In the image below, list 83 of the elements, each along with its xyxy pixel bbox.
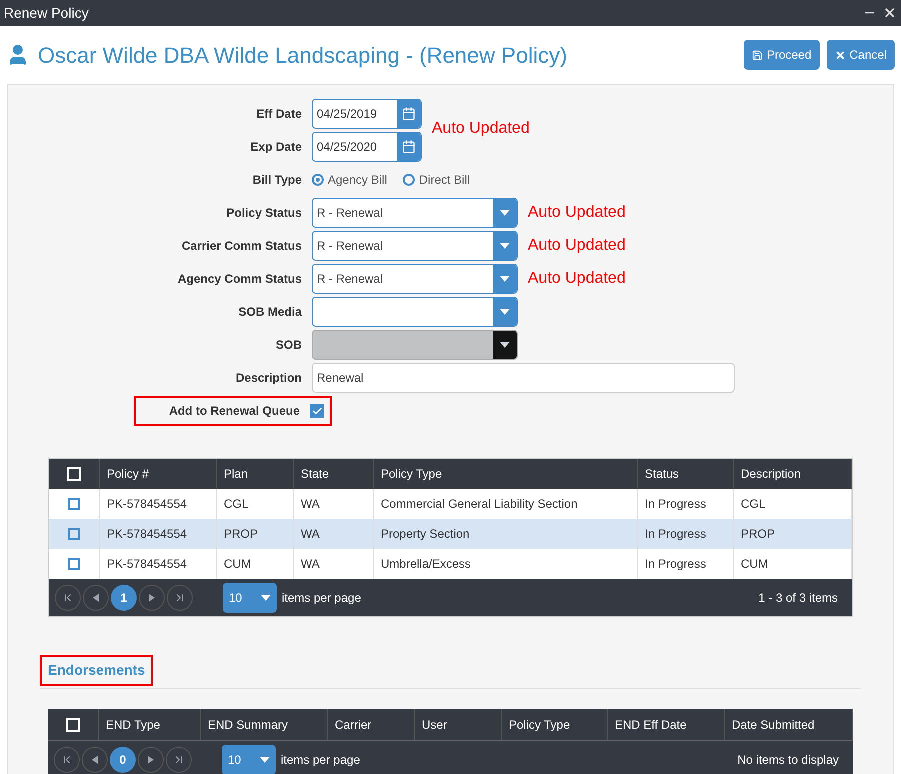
table-row[interactable]: PK-578454554 CUM WA Umbrella/Excess In Progress CUM [49, 549, 852, 579]
calendar-icon [402, 107, 416, 121]
field-label: Policy Status [226, 205, 302, 222]
field-label: Exp Date [250, 139, 302, 156]
checkbox[interactable] [310, 404, 324, 418]
field-label: Carrier Comm Status [180, 238, 302, 255]
page-button[interactable]: 1 [111, 584, 137, 610]
page-button[interactable]: 0 [110, 746, 136, 772]
select-field[interactable]: R - Renewal [312, 231, 518, 261]
field-label: Add to Renewal Queue [168, 403, 300, 420]
first-page-button[interactable] [54, 746, 80, 772]
select-all-checkbox[interactable] [66, 718, 80, 732]
row-checkbox[interactable] [68, 528, 80, 540]
first-page-button[interactable] [55, 584, 81, 610]
select-field[interactable]: R - Renewal [312, 198, 518, 228]
next-icon [148, 756, 154, 764]
column-header[interactable]: Date Submitted [725, 709, 853, 740]
last-page-button[interactable] [166, 746, 192, 772]
auto-updated-note: Auto Updated [528, 203, 626, 223]
field-label: Description [234, 370, 302, 387]
pager-summary: 1 - 3 of 3 items [758, 590, 838, 606]
auto-updated-note: Auto Updated [528, 269, 626, 289]
table-row[interactable]: PK-578454554 PROP WA Property Section In Progress PROP [49, 519, 852, 549]
column-header[interactable]: END Eff Date [608, 709, 725, 740]
caret-icon [500, 243, 510, 249]
row-checkbox[interactable] [68, 558, 80, 570]
caret-icon [500, 342, 510, 348]
column-header[interactable]: Policy Type [502, 709, 608, 740]
radio-label: Direct Bill [419, 172, 470, 189]
field-label: Bill Type [252, 172, 302, 189]
first-page-icon [62, 592, 74, 604]
column-header[interactable]: User [415, 709, 502, 740]
field-label: Agency Comm Status [176, 271, 302, 288]
caret-icon [500, 309, 510, 315]
page-size-select[interactable]: 10 [223, 582, 277, 612]
field-label: SOB Media [238, 304, 302, 321]
caret-icon [261, 594, 271, 600]
previous-icon [92, 756, 98, 764]
column-header[interactable]: END Summary [201, 709, 328, 740]
window-title: Renew Policy [4, 4, 89, 23]
pager-summary: No items to display [738, 752, 839, 768]
radio-button[interactable] [403, 174, 416, 186]
table-row[interactable]: PK-578454554 CGL WA Commercial General Liability Section In Progress CGL [49, 489, 852, 519]
calendar-icon [402, 140, 416, 154]
next-icon [149, 594, 155, 602]
caret-icon [500, 210, 510, 216]
select-field[interactable] [312, 297, 518, 327]
page-size-select[interactable]: 10 [222, 744, 276, 774]
previous-page-button[interactable] [82, 746, 108, 772]
field-label: SOB [274, 337, 302, 354]
last-page-icon [174, 592, 186, 604]
close-icon[interactable] [883, 6, 897, 20]
column-header[interactable]: END Type [99, 709, 201, 740]
select-all-checkbox[interactable] [67, 467, 81, 481]
page-title: Oscar Wilde DBA Wilde Landscaping - (Renew Policy) [38, 42, 568, 70]
cancel-button[interactable]: Cancel [826, 40, 895, 70]
select-field[interactable]: R - Renewal [312, 264, 518, 294]
radio-label: Agency Bill [328, 172, 388, 189]
last-page-button[interactable] [167, 584, 193, 610]
page-size-label: items per page [281, 752, 360, 768]
check-icon [312, 406, 322, 416]
last-page-icon [173, 754, 185, 766]
caret-icon [260, 756, 270, 762]
field-label: Eff Date [256, 106, 302, 123]
first-page-icon [61, 754, 73, 766]
date-field[interactable]: 04/25/2020 [312, 132, 422, 162]
section-heading: Endorsements [40, 655, 154, 686]
page-size-label: items per page [282, 590, 362, 606]
proceed-button[interactable]: Proceed [744, 40, 820, 70]
previous-icon [93, 594, 99, 602]
close-icon [834, 50, 846, 60]
next-page-button[interactable] [138, 746, 164, 772]
row-checkbox[interactable] [68, 498, 80, 510]
column-header[interactable]: Carrier [328, 709, 415, 740]
caret-icon [500, 276, 510, 282]
next-page-button[interactable] [139, 584, 165, 610]
save-icon [752, 50, 763, 60]
description-field[interactable]: Renewal [312, 363, 735, 393]
auto-updated-note: Auto Updated [528, 236, 626, 256]
date-field[interactable]: 04/25/2019 [312, 99, 422, 129]
previous-page-button[interactable] [83, 584, 109, 610]
auto-updated-note: Auto Updated [432, 119, 530, 139]
radio-button[interactable] [312, 174, 324, 186]
